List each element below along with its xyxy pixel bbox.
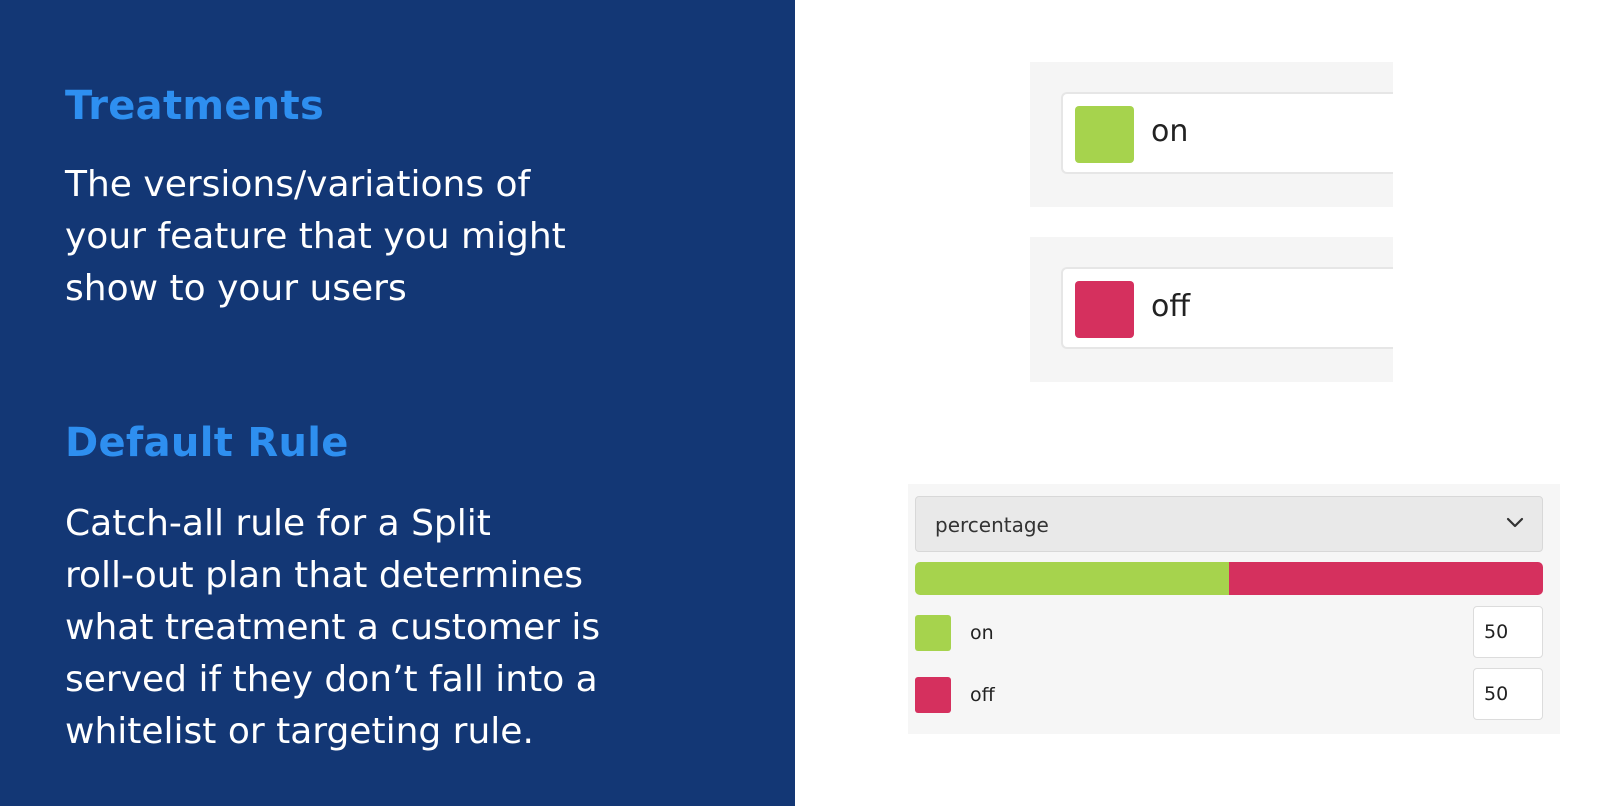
allocation-bar — [915, 562, 1543, 595]
allocation-bar-off — [1229, 562, 1543, 595]
on-swatch — [915, 615, 951, 651]
treatments-description: The versions/variations of your feature … — [65, 164, 566, 309]
allocation-row-on: on — [915, 606, 1543, 658]
off-swatch — [915, 677, 951, 713]
left-panel: Treatments The versions/variations of yo… — [0, 0, 795, 806]
default-rule-description: Catch-all rule for a Split roll-out plan… — [65, 503, 601, 752]
allocation-label-off: off — [970, 684, 995, 706]
off-percent-input[interactable] — [1473, 668, 1543, 720]
allocation-bar-on — [915, 562, 1229, 595]
page: Treatments The versions/variations of yo… — [0, 0, 1606, 806]
rule-type-value: percentage — [935, 513, 1049, 537]
on-percent-input[interactable] — [1473, 606, 1543, 658]
treatment-item-on[interactable]: on — [1061, 92, 1393, 174]
default-rule-panel: percentage on off — [908, 484, 1560, 734]
treatment-card-on: on — [1030, 62, 1393, 207]
treatments-heading: Treatments — [65, 83, 325, 129]
treatment-label-on: on — [1151, 114, 1189, 149]
treatment-card-off: off — [1030, 237, 1393, 382]
allocation-row-off: off — [915, 668, 1543, 720]
chevron-down-icon — [1506, 517, 1524, 528]
treatment-item-off[interactable]: off — [1061, 267, 1393, 349]
on-color-swatch[interactable] — [1075, 106, 1134, 163]
default-rule-heading: Default Rule — [65, 420, 349, 466]
treatment-label-off: off — [1151, 289, 1191, 324]
off-color-swatch[interactable] — [1075, 281, 1134, 338]
allocation-label-on: on — [970, 622, 994, 644]
rule-type-select[interactable]: percentage — [915, 496, 1543, 552]
